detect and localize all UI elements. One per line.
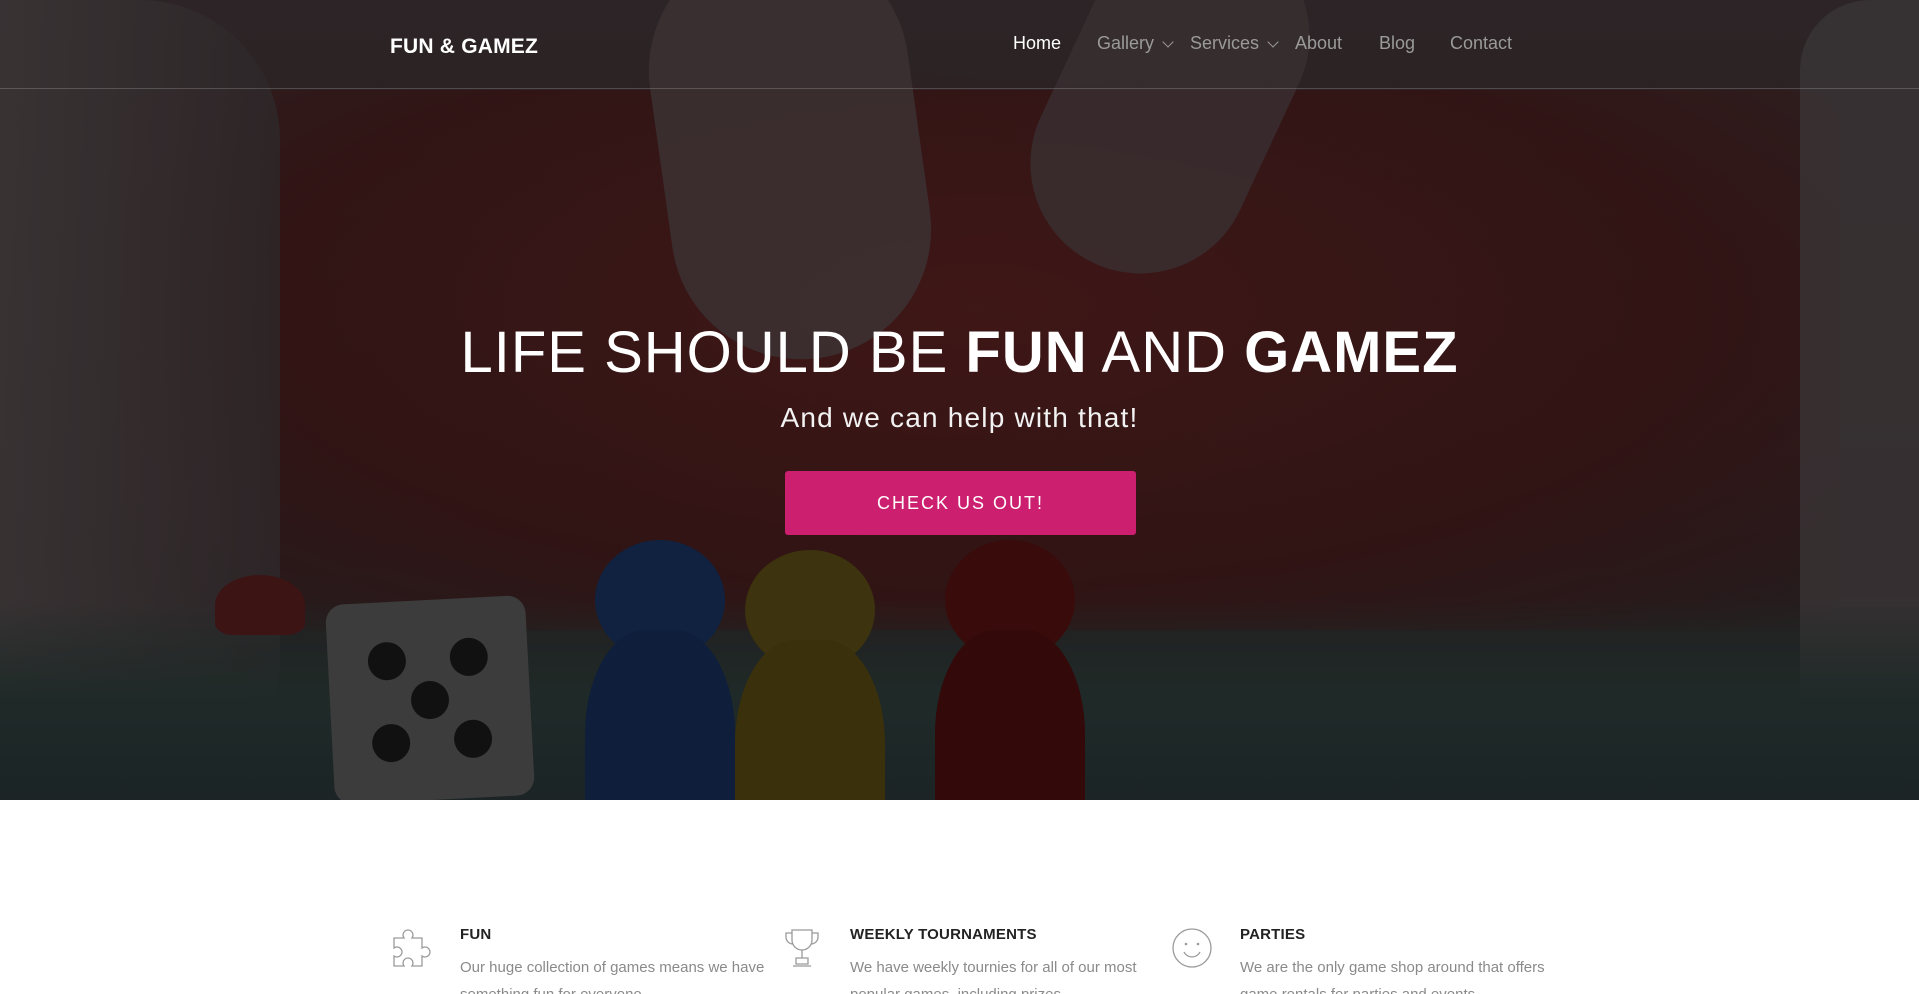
nav-services[interactable]: Services xyxy=(1190,33,1279,54)
hero-section xyxy=(0,0,1919,800)
nav-services-label: Services xyxy=(1190,33,1260,53)
hero-background-die xyxy=(324,594,536,800)
nav-home-label: Home xyxy=(1013,33,1062,53)
nav-home[interactable]: Home xyxy=(1013,33,1061,54)
trophy-icon xyxy=(785,929,819,967)
hero-background-piece xyxy=(215,575,305,635)
headline-bold-text: GAMEZ xyxy=(1244,320,1459,385)
smiley-icon xyxy=(1172,928,1212,968)
feature-description: We are the only game shop around that of… xyxy=(1240,959,1545,994)
feature-title: WEEKLY TOURNAMENTS xyxy=(850,926,1037,943)
headline-bold-text: FUN xyxy=(965,320,1088,385)
feature-description: Our huge collection of games means we ha… xyxy=(460,959,765,994)
top-navbar: FUN & GAMEZ Home Gallery Services About … xyxy=(0,0,1919,89)
nav-blog[interactable]: Blog xyxy=(1379,33,1415,54)
brand-logo[interactable]: FUN & GAMEZ xyxy=(390,35,538,59)
nav-about[interactable]: About xyxy=(1295,33,1342,54)
hero-subheadline: And we can help with that! xyxy=(780,402,1139,433)
feature-description: We have weekly tournies for all of our m… xyxy=(850,959,1137,994)
check-us-out-button[interactable]: CHECK US OUT! xyxy=(785,471,1136,535)
chevron-down-icon xyxy=(1162,36,1174,48)
feature-title: FUN xyxy=(460,926,492,943)
nav-gallery-label: Gallery xyxy=(1097,33,1155,53)
nav-contact-label: Contact xyxy=(1450,33,1513,53)
chevron-down-icon xyxy=(1267,36,1279,48)
nav-about-label: About xyxy=(1295,33,1343,53)
feature-title: PARTIES xyxy=(1240,926,1306,943)
headline-text: LIFE SHOULD BE xyxy=(460,320,966,385)
nav-contact[interactable]: Contact xyxy=(1450,33,1512,54)
nav-gallery[interactable]: Gallery xyxy=(1097,33,1174,54)
nav-blog-label: Blog xyxy=(1379,33,1416,53)
puzzle-icon xyxy=(393,929,431,967)
hero-headline: LIFE SHOULD BE FUN AND GAMEZ xyxy=(0,319,1919,386)
headline-text: AND xyxy=(1087,320,1245,385)
features-section: FUN Our huge collection of games means w… xyxy=(0,800,1919,994)
